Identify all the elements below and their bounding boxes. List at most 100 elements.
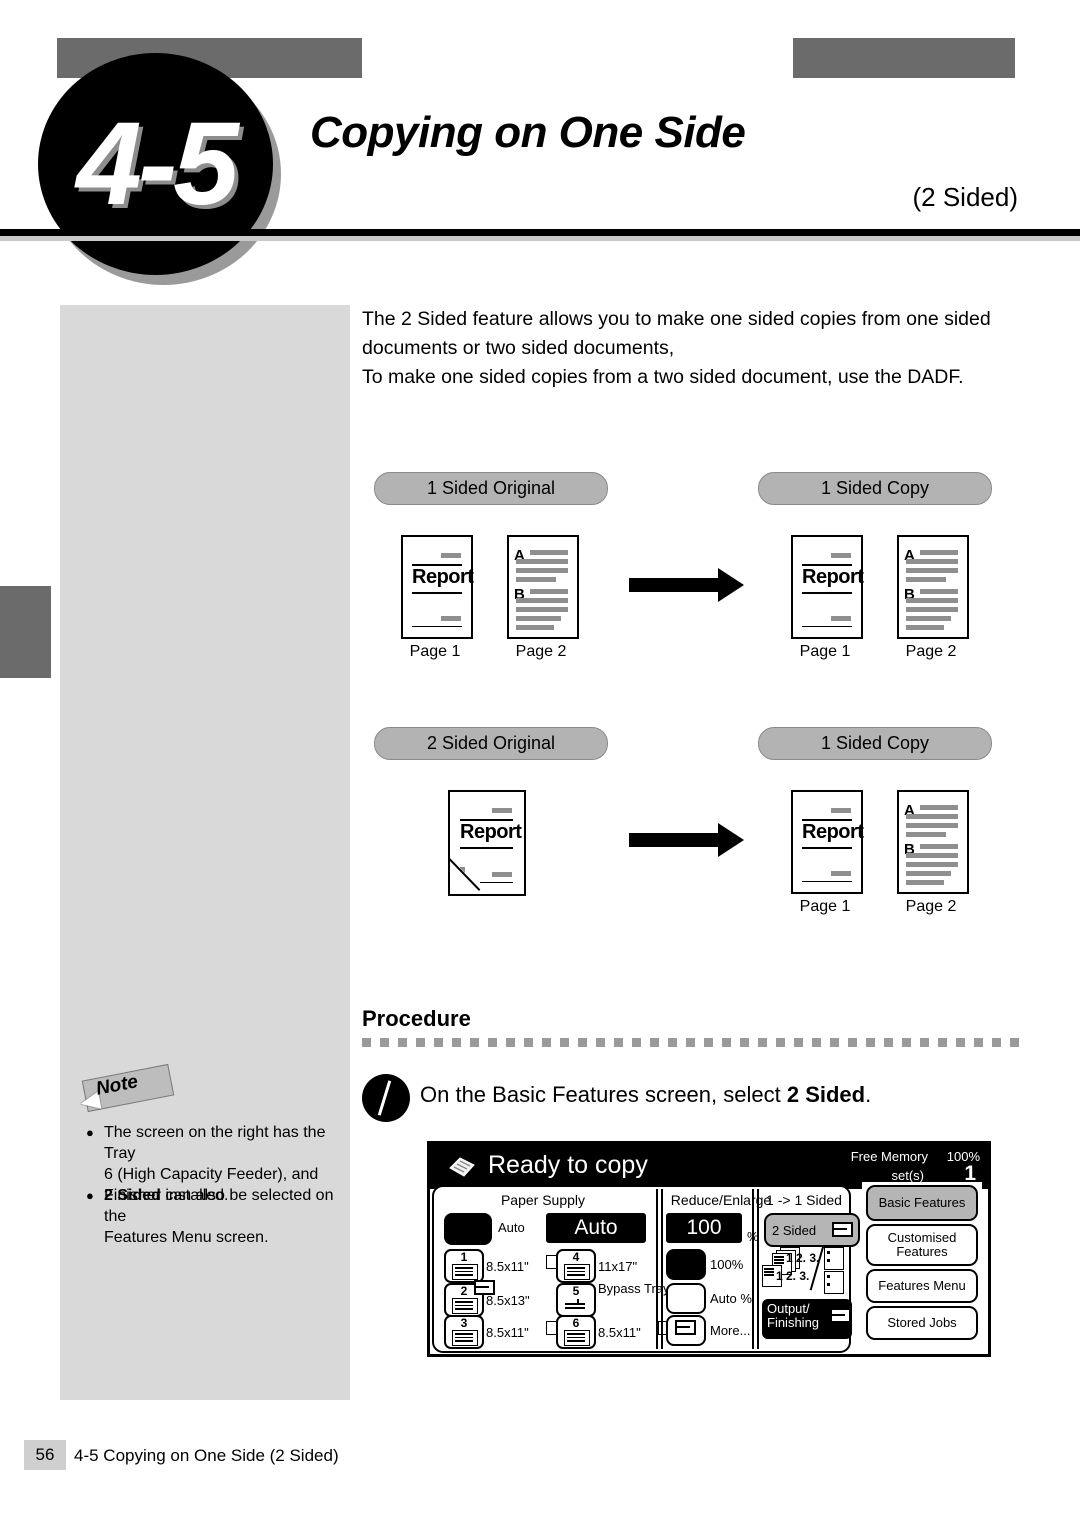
copier-status-text: Ready to copy [488,1151,648,1179]
header-rule-gray [0,236,1080,241]
procedure-heading: Procedure [362,1006,471,1031]
tab-customised-features-label: Customised Features [887,1230,957,1259]
paper-supply-auto-button[interactable] [444,1213,492,1245]
two-sided-button-label: 2 Sided [772,1222,817,1238]
intro-line-2: documents or two sided documents, [362,337,675,359]
tray-4-button[interactable]: 4 [556,1249,596,1283]
header-rule-black [0,229,1080,236]
report-title: Report [802,566,864,588]
step-number-badge [362,1074,410,1122]
tab-features-menu-label: Features Menu [878,1278,966,1293]
note-bullet-icon-1: ● [86,1125,94,1140]
divider-1b [661,1189,663,1349]
step-1-text-after: . [865,1082,872,1107]
tray-6-number: 6 [572,1316,580,1330]
diagram-2-target-page-1: Report [791,790,864,894]
diagram-2-target-page-2: A B [897,790,969,894]
zoom-auto-button[interactable] [666,1283,706,1314]
tab-features-menu[interactable]: Features Menu [866,1269,978,1303]
copier-tab-column: Basic Features Customised Features Featu… [862,1182,982,1349]
tray-5-number: 5 [572,1284,580,1298]
step-1-instruction: On the Basic Features screen, select 2 S… [420,1082,871,1108]
duplex-icon-text-bottom: 1 2. 3. [776,1269,810,1283]
tray-icon [452,1298,478,1314]
reduce-enlarge-display: 100 [666,1213,742,1243]
duplex-icon-text-top: 1 2. 3. [786,1251,820,1265]
tab-stored-jobs[interactable]: Stored Jobs [866,1306,978,1340]
diagram-1-source-page-2: A B [507,535,579,639]
tray-2-size: 8.5x13" [486,1293,530,1308]
tray-5-size: Bypass Tray [598,1281,670,1296]
tray-icon [564,1264,590,1280]
zoom-more-label: More... [710,1323,751,1338]
diagram-1-source-caption-1: Page 1 [409,643,461,660]
step-1-text-before: On the Basic Features screen, select [420,1082,787,1107]
zoom-more-icon [675,1320,696,1335]
diagram-1-target-page-1: Report [791,535,864,639]
free-memory-label: Free Memory [850,1149,928,1164]
tab-basic-features-label: Basic Features [878,1195,966,1210]
tray-1-size: 8.5x11" [486,1259,529,1274]
footer-page-number: 56 [24,1440,66,1470]
step-1-text-bold: 2 Sided [786,1082,866,1107]
tab-basic-features[interactable]: Basic Features [866,1185,978,1221]
divider-2b [757,1189,759,1349]
diagram-2-target-caption-1: Page 1 [799,898,851,915]
report-title: Report [460,821,522,843]
bypass-arrow-icon [564,1298,588,1312]
duplex-illustration: 1 2. 3. 1 2. 3. [762,1245,854,1294]
zoom-100-label: 100% [710,1257,744,1272]
note-item-1-line-2: 6 (High Capacity Feeder), and [104,1166,319,1183]
two-sided-title: 1 -> 1 Sided [766,1192,842,1208]
tray-4-number: 4 [572,1250,580,1264]
diagram-1-target-label: 1 Sided Copy [758,472,992,505]
sets-label: set(s) [891,1168,925,1183]
output-finishing-icon [830,1308,851,1323]
chapter-badge: 4-5 [38,53,283,285]
diagram-2-source-page-folded: Report [448,790,526,896]
page-subtitle: (2 Sided) [912,182,1019,212]
intro-line-3: To make one sided copies from a two side… [362,366,964,388]
divider-1 [656,1189,658,1349]
paper-supply-title: Paper Supply [500,1192,586,1208]
header-gray-bar-right [793,38,1015,78]
diagram-1-arrowhead [718,568,744,602]
chapter-thumb-tab [0,586,51,678]
tray-icon [452,1330,478,1346]
tray-4-size: 11x17" [598,1259,638,1274]
paper-supply-auto-label: Auto [498,1220,525,1235]
diagram-1-target-caption-2: Page 2 [905,643,957,660]
tray-icon [452,1264,478,1280]
intro-paragraph: The 2 Sided feature allows you to make o… [362,305,1022,392]
tray-5-button[interactable]: 5 [556,1283,596,1317]
tray-6-size: 8.5x11" [598,1325,641,1340]
note-item-2: 2 Sided can also be selected on the Feat… [104,1185,344,1248]
paper-supply-auto-display: Auto [546,1213,646,1243]
diagram-1-target-page-2: A B [897,535,969,639]
tray-1-number: 1 [460,1250,468,1264]
zoom-100-button[interactable] [666,1249,706,1280]
two-sided-button-icon [832,1222,853,1237]
step-number-glyph [377,1080,392,1116]
tab-customised-features[interactable]: Customised Features [866,1224,978,1266]
tray-icon [564,1330,590,1346]
procedure-separator [362,1038,1020,1047]
report-title: Report [802,821,864,843]
diagram-1-arrow [629,578,721,592]
diagram-2-arrowhead [718,823,744,857]
report-title: Report [412,566,474,588]
copier-main-area: Paper Supply Auto Auto 1 8.5x11" 2 8.5x1… [432,1185,860,1353]
tray-3-number: 3 [460,1316,468,1330]
printer-icon [449,1157,475,1177]
footer-title: 4-5 Copying on One Side (2 Sided) [74,1446,339,1465]
tray-6-button[interactable]: 6 [556,1315,596,1349]
divider-2 [752,1189,754,1349]
chapter-number: 4-5 [76,98,239,230]
zoom-auto-label: Auto % [710,1291,752,1306]
diagram-1-source-label: 1 Sided Original [374,472,608,505]
diagram-2-target-caption-2: Page 2 [905,898,957,915]
tray-3-button[interactable]: 3 [444,1315,484,1349]
tray-1-button[interactable]: 1 [444,1249,484,1283]
note-item-1-line-1: The screen on the right has the Tray [104,1124,326,1162]
note-item-2-bold: 2 Sided [104,1187,161,1204]
